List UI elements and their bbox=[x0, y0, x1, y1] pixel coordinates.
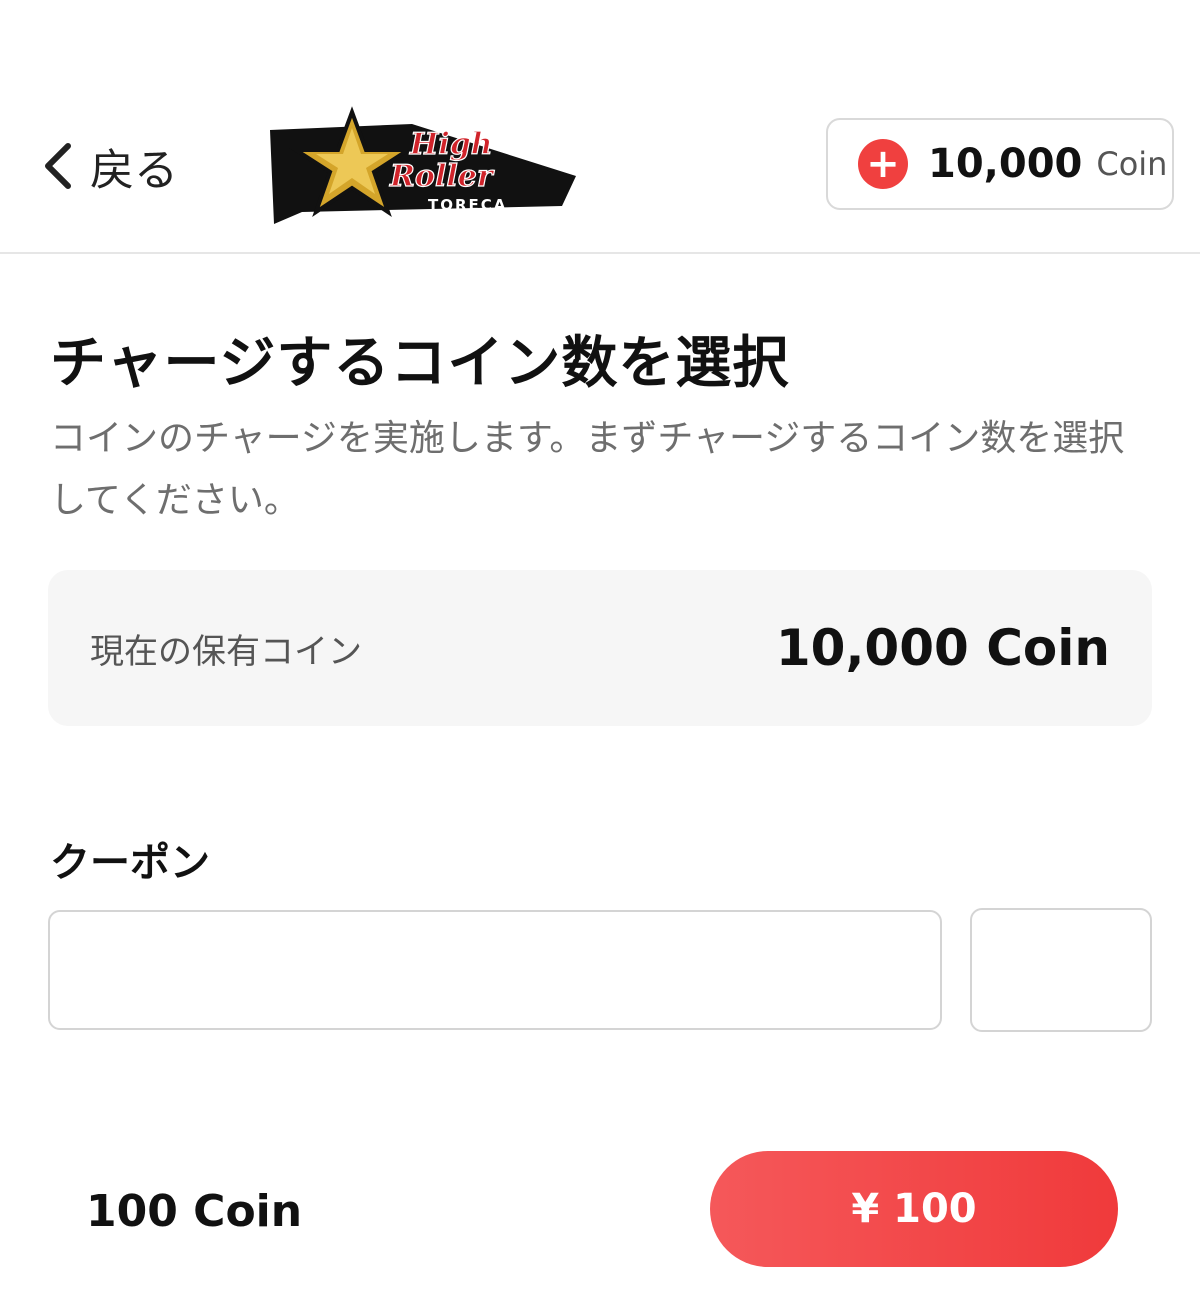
high-roller-toreca-logo[interactable]: High Roller TORECA bbox=[262, 106, 592, 226]
back-label: 戻る bbox=[90, 145, 178, 196]
logo-line2: Roller bbox=[389, 159, 495, 194]
current-coin-card: 現在の保有コイン 10,000 Coin bbox=[48, 570, 1152, 726]
charge-page: 戻る High Roller TORECA + 10,000 Coin チャージ… bbox=[0, 0, 1200, 1311]
pay-button[interactable]: ¥ 100 bbox=[710, 1151, 1118, 1267]
coupon-input[interactable] bbox=[48, 910, 942, 1030]
coin-balance-amount: 10,000 bbox=[928, 141, 1083, 187]
page-description: コインのチャージを実施します。まずチャージするコイン数を選択してください。 bbox=[50, 418, 1125, 521]
logo-sub: TORECA bbox=[428, 196, 507, 214]
back-button[interactable]: 戻る bbox=[40, 136, 178, 196]
current-coin-value: 10,000 Coin bbox=[775, 619, 1110, 677]
top-bar: 戻る High Roller TORECA + 10,000 Coin bbox=[0, 0, 1200, 254]
current-coin-label: 現在の保有コイン bbox=[90, 631, 362, 672]
plus-circle-icon: + bbox=[858, 139, 908, 189]
coin-balance-unit: Coin bbox=[1096, 145, 1168, 183]
selected-coin-amount: 100 Coin bbox=[86, 1186, 303, 1237]
coin-balance-button[interactable]: + 10,000 Coin bbox=[826, 118, 1174, 210]
coupon-label: クーポン bbox=[50, 840, 210, 886]
chevron-left-icon bbox=[45, 143, 71, 189]
page-title: チャージするコイン数を選択 bbox=[50, 331, 790, 396]
logo-line1: High bbox=[409, 127, 493, 162]
coupon-apply-button[interactable] bbox=[970, 908, 1152, 1032]
